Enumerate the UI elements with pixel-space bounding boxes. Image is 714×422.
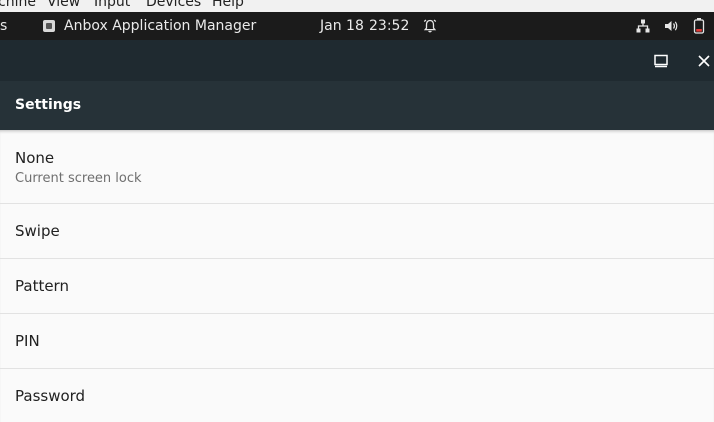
- lock-option-label: Swipe: [15, 222, 60, 240]
- lock-option-password[interactable]: Password: [0, 369, 714, 422]
- alarm-bell-icon: [423, 19, 437, 33]
- lock-option-label: None: [15, 149, 55, 167]
- volume-icon[interactable]: [663, 18, 679, 34]
- lock-option-none[interactable]: None Current screen lock: [0, 130, 714, 204]
- app-icon: [43, 20, 55, 32]
- clock-time[interactable]: 23:52: [369, 12, 409, 40]
- window-titlebar[interactable]: [0, 40, 714, 81]
- lock-option-swipe[interactable]: Swipe: [0, 204, 714, 259]
- lock-option-label: Pattern: [15, 277, 69, 295]
- screen-lock-list: None Current screen lock Swipe Pattern P…: [0, 130, 714, 422]
- network-icon[interactable]: [635, 18, 651, 34]
- close-icon[interactable]: [696, 53, 712, 69]
- clock-date[interactable]: Jan 18: [320, 12, 364, 40]
- page-title: Settings: [15, 97, 82, 113]
- lock-option-label: Password: [15, 387, 86, 405]
- host-menu-devices[interactable]: Devices: [146, 0, 201, 10]
- app-menu-label[interactable]: Anbox Application Manager: [64, 12, 256, 40]
- settings-toolbar: Settings: [0, 81, 714, 130]
- restore-icon[interactable]: [653, 53, 669, 69]
- host-menu-machine[interactable]: chine: [0, 0, 36, 10]
- lock-option-pattern[interactable]: Pattern: [0, 259, 714, 314]
- battery-icon[interactable]: [692, 17, 706, 35]
- activities-label[interactable]: s: [0, 12, 7, 40]
- lock-option-sublabel: Current screen lock: [15, 171, 142, 186]
- lock-option-pin[interactable]: PIN: [0, 314, 714, 369]
- host-menu-view[interactable]: View: [47, 0, 80, 10]
- host-menu-input[interactable]: Input: [94, 0, 130, 10]
- top-bar: s Anbox Application Manager Jan 18 23:52: [0, 12, 714, 40]
- host-menu-help[interactable]: Help: [212, 0, 244, 10]
- lock-option-label: PIN: [15, 332, 40, 350]
- host-menubar: chine View Input Devices Help: [0, 0, 714, 12]
